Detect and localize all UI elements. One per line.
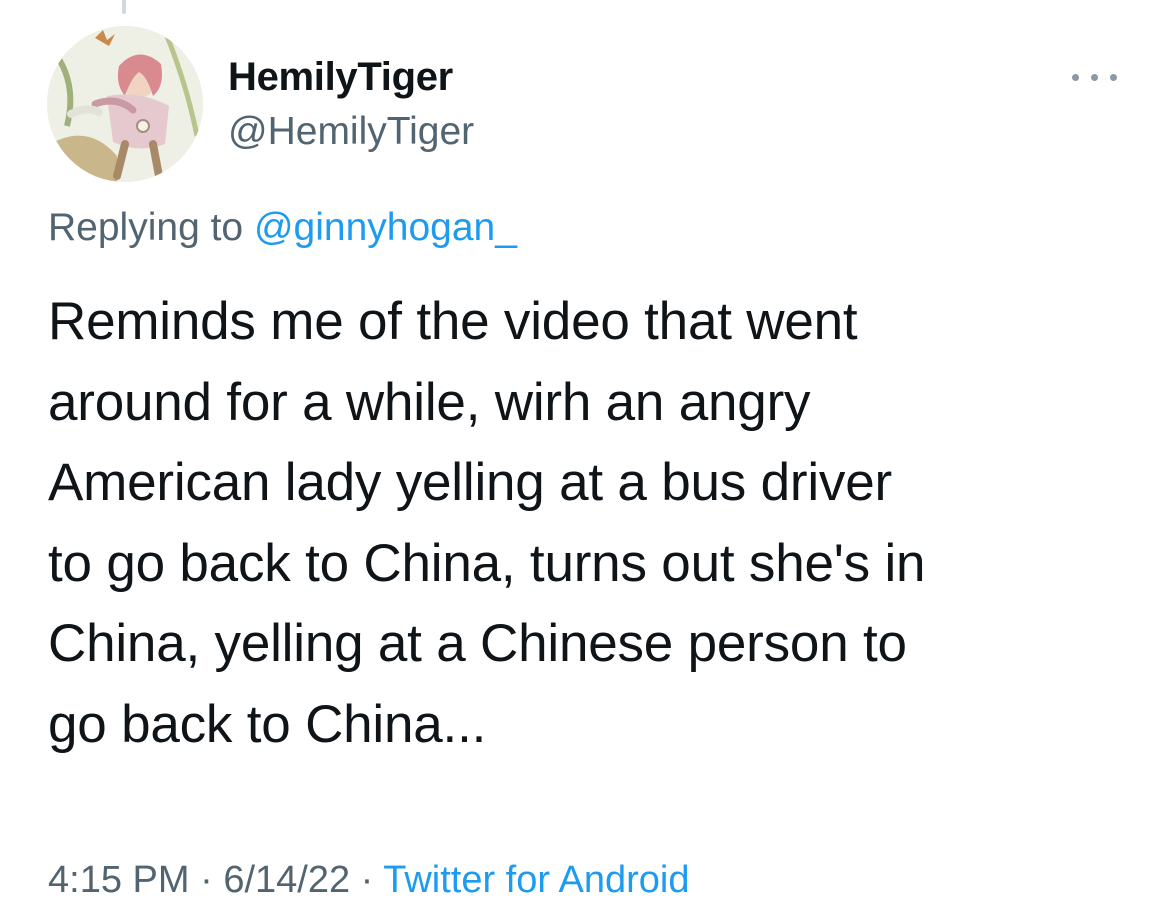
more-horizontal-icon (1072, 74, 1079, 81)
more-horizontal-icon (1091, 74, 1098, 81)
meta-separator: · (189, 859, 224, 901)
more-options-button[interactable] (1062, 55, 1128, 99)
thread-connector-line (122, 0, 126, 14)
replying-to-label: Replying to (48, 206, 254, 249)
tweet-metadata: 4:15 PM · 6/14/22 · Twitter for Android (48, 854, 689, 906)
replying-to-line: Replying to @ginnyhogan_ (48, 202, 517, 254)
more-horizontal-icon (1110, 74, 1117, 81)
tweet-text: Reminds me of the video that went around… (48, 292, 926, 754)
avatar-illustration (47, 26, 203, 182)
tweet-source-link[interactable]: Twitter for Android (383, 859, 689, 901)
avatar[interactable] (47, 26, 203, 182)
tweet-date[interactable]: 6/14/22 (223, 859, 350, 901)
tweet-time[interactable]: 4:15 PM (48, 859, 190, 901)
author-handle[interactable]: @HemilyTiger (228, 107, 474, 157)
author-display-name[interactable]: HemilyTiger (228, 52, 453, 102)
meta-separator: · (350, 859, 384, 901)
reply-to-handle-link[interactable]: @ginnyhogan_ (254, 206, 517, 249)
